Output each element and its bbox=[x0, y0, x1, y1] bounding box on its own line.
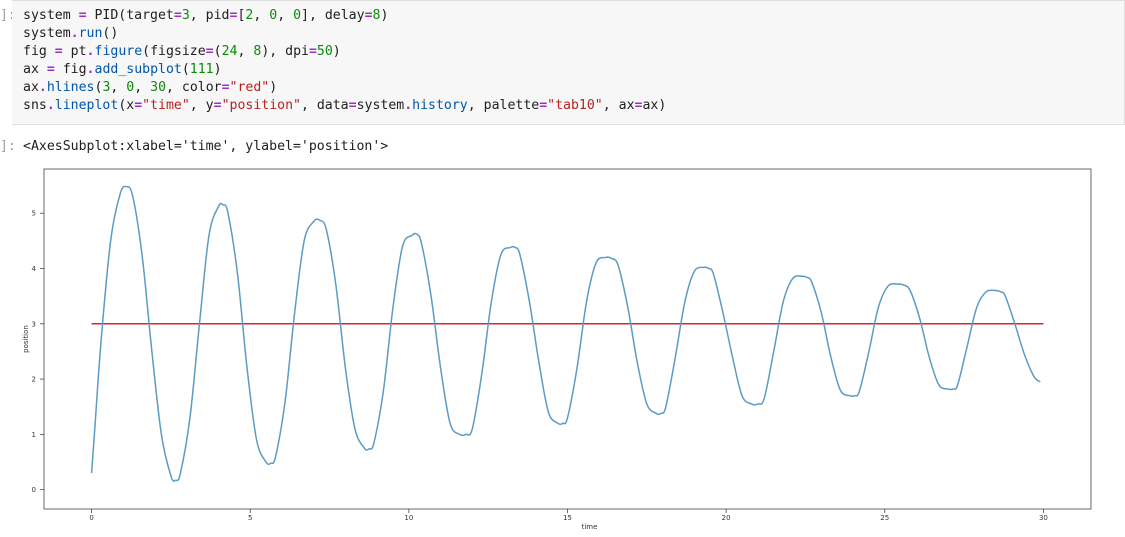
y-tick-label: 2 bbox=[32, 376, 36, 384]
y-tick-label: 1 bbox=[32, 431, 36, 439]
y-tick-label: 3 bbox=[32, 320, 36, 328]
x-tick-label: 5 bbox=[248, 514, 252, 522]
x-tick-label: 0 bbox=[89, 514, 93, 522]
x-tick-label: 15 bbox=[563, 514, 572, 522]
y-tick-label: 4 bbox=[32, 265, 37, 273]
x-tick-label: 10 bbox=[404, 514, 413, 522]
x-axis-label: time bbox=[582, 523, 598, 531]
y-axis-label: position bbox=[22, 325, 30, 353]
y-tick-label: 0 bbox=[32, 486, 36, 494]
line-plot: 0 5 10 15 20 25 30 0 1 2 3 4 5 time position bbox=[22, 168, 1092, 531]
y-tick-label: 5 bbox=[32, 210, 36, 218]
x-tick-label: 25 bbox=[880, 514, 889, 522]
x-tick-label: 20 bbox=[722, 514, 731, 522]
plot-frame bbox=[43, 168, 1092, 510]
x-tick-label: 30 bbox=[1039, 514, 1048, 522]
